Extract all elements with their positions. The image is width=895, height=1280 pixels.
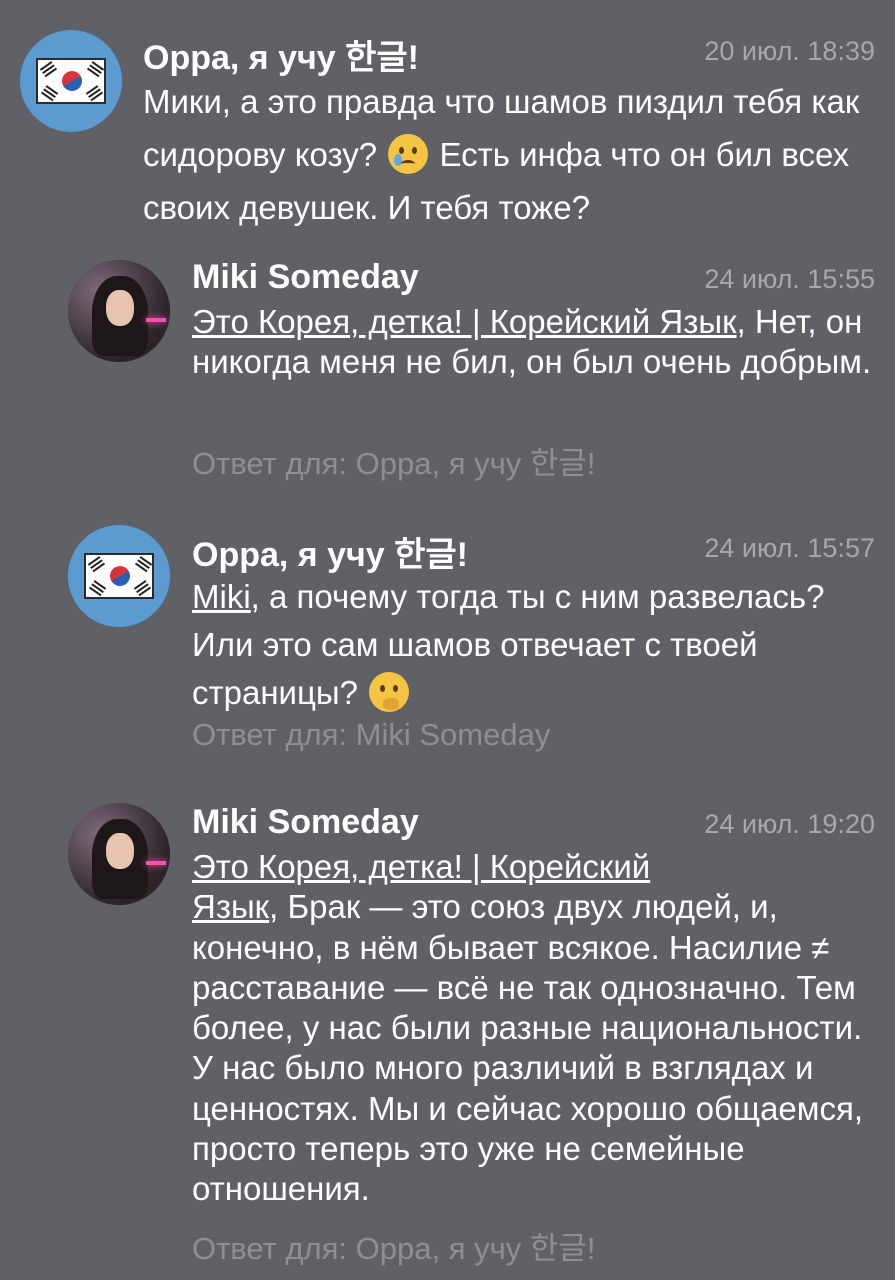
mention-link[interactable]: Miki <box>192 578 251 615</box>
reply-to-label[interactable]: Ответ для: Oppa, я учу 한글! <box>192 1223 596 1268</box>
avatar-photo[interactable] <box>68 260 170 362</box>
timestamp: 20 июл. 18:39 <box>704 36 875 66</box>
mention-link[interactable]: Это Корея, детка! | Корейский Язык <box>192 303 737 340</box>
author-name[interactable]: Oppa, я учу 한글! <box>192 527 468 576</box>
comment-text: Это Корея, детка! | Корейский Язык, Брак … <box>192 848 864 1207</box>
crying-face-icon <box>388 133 429 174</box>
avatar-photo[interactable] <box>68 803 170 905</box>
comment-4: Miki Someday 24 июл. 19:20 Это Корея, де… <box>0 795 895 1280</box>
timestamp: 24 июл. 19:20 <box>704 809 875 839</box>
comment-text: Это Корея, детка! | Корейский Язык, Нет,… <box>192 303 872 381</box>
comment-text: Miki, а почему тогда ты с ним развелась?… <box>192 578 825 712</box>
thinking-face-icon <box>369 671 410 712</box>
reply-to-label[interactable]: Ответ для: Oppa, я учу 한글! <box>192 438 596 483</box>
timestamp: 24 июл. 15:55 <box>704 264 875 294</box>
timestamp: 24 июл. 15:57 <box>704 533 875 563</box>
avatar-flag[interactable] <box>20 30 122 132</box>
author-name[interactable]: Oppa, я учу 한글! <box>143 30 419 79</box>
author-name[interactable]: Miki Someday <box>192 258 419 297</box>
comment-1: Oppa, я учу 한글! 20 июл. 18:39 Мики, а эт… <box>0 0 895 230</box>
reply-to-label[interactable]: Ответ для: Miki Someday <box>192 717 550 753</box>
korean-flag-icon <box>84 553 154 599</box>
comment-3: Oppa, я учу 한글! 24 июл. 15:57 Miki, а по… <box>0 515 895 765</box>
comment-2: Miki Someday 24 июл. 15:55 Это Корея, де… <box>0 250 895 490</box>
avatar-flag[interactable] <box>68 525 170 627</box>
author-name[interactable]: Miki Someday <box>192 803 419 842</box>
comment-text: Мики, а это правда что шамов пиздил тебя… <box>143 83 860 226</box>
korean-flag-icon <box>36 58 106 104</box>
